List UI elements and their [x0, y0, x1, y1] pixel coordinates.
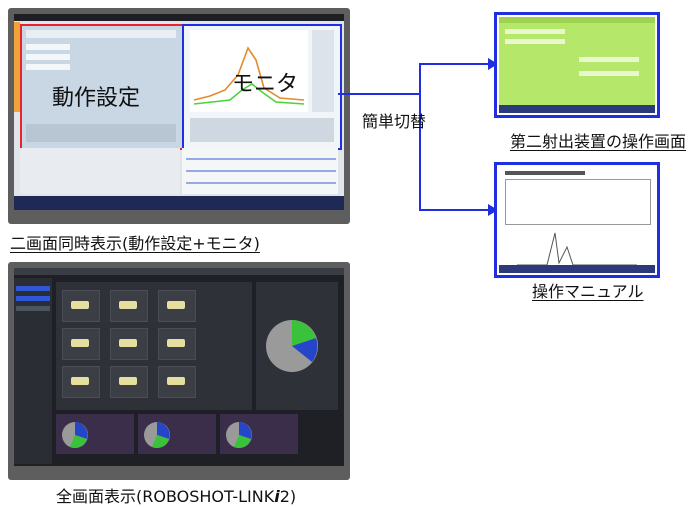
manual-figure — [517, 232, 637, 266]
settings-input-c — [26, 64, 70, 70]
second-screen-footer — [499, 105, 655, 113]
machine-grid-panel — [56, 282, 252, 410]
machine-card[interactable] — [158, 328, 196, 360]
second-screen-field-2 — [505, 39, 565, 44]
switch-label: 簡単切替 — [362, 112, 427, 131]
monitor-bottom-row — [190, 118, 334, 142]
connector-lower-path — [419, 94, 488, 211]
mini-pie-3 — [226, 422, 252, 448]
settings-input-b — [26, 54, 70, 60]
manual-footer — [499, 265, 655, 273]
dual-screen-caption: 二画面同時表示(動作設定+モニタ) — [10, 234, 260, 253]
sidebar-item-1[interactable] — [16, 286, 50, 291]
operation-settings-frame: 動作設定 — [20, 24, 184, 150]
fullscreen-caption-prefix: 全画面表示(ROBOSHOT-LINK — [56, 487, 275, 506]
fullscreen-caption-suffix: 2) — [279, 487, 297, 506]
bottom-stat-panel-2 — [138, 414, 216, 454]
settings-header-strip — [26, 30, 176, 38]
bottom-stat-panel-1 — [56, 414, 134, 454]
manual-screen — [499, 167, 655, 273]
operation-settings-label: 動作設定 — [52, 86, 141, 111]
summary-pie-chart — [266, 320, 318, 372]
monitor-side-panel — [312, 30, 334, 112]
trace-lines — [186, 158, 336, 184]
fullscreen-sidebar — [14, 278, 52, 464]
machine-card[interactable] — [110, 366, 148, 398]
manual-frame — [494, 162, 660, 278]
dual-screen-taskbar — [14, 196, 344, 210]
lower-left-panel — [20, 148, 180, 194]
monitor-label: モニタ — [232, 72, 299, 97]
machine-card[interactable] — [110, 328, 148, 360]
sidebar-item-3[interactable] — [16, 306, 50, 311]
fullscreen-caption: 全画面表示(ROBOSHOT-LINKi2) — [56, 483, 296, 507]
machine-card[interactable] — [158, 290, 196, 322]
machine-card[interactable] — [62, 290, 100, 322]
second-injection-frame — [494, 12, 660, 118]
machine-card[interactable] — [62, 366, 100, 398]
dual-screen-display: 動作設定 モニタ — [14, 14, 344, 210]
second-injection-screen — [499, 17, 655, 113]
manual-title-line — [505, 171, 585, 175]
summary-pie-panel — [256, 282, 338, 410]
mini-pie-1 — [62, 422, 88, 448]
second-injection-caption: 第二射出装置の操作画面 — [510, 132, 687, 151]
machine-card[interactable] — [110, 290, 148, 322]
connector-upper-path — [338, 63, 488, 95]
machine-card[interactable] — [62, 328, 100, 360]
second-screen-field-4 — [579, 71, 639, 76]
settings-bottom-row — [26, 124, 176, 142]
bottom-stat-panel-3 — [220, 414, 298, 454]
top-title-bar — [14, 14, 344, 21]
fullscreen-tablet — [8, 262, 350, 480]
second-screen-header — [499, 17, 655, 23]
fullscreen-display — [14, 268, 344, 466]
manual-figure-curve — [517, 232, 637, 266]
fullscreen-title-bar — [14, 268, 344, 275]
sidebar-item-2[interactable] — [16, 296, 50, 301]
manual-table — [505, 179, 651, 225]
manual-caption: 操作マニュアル — [532, 282, 644, 301]
monitor-frame: モニタ — [182, 24, 342, 150]
second-screen-field-3 — [579, 57, 639, 62]
mini-pie-2 — [144, 422, 170, 448]
dual-screen-tablet: 動作設定 モニタ — [8, 8, 350, 224]
machine-card[interactable] — [158, 366, 196, 398]
second-screen-field-1 — [505, 29, 565, 34]
settings-input-a — [26, 44, 70, 50]
